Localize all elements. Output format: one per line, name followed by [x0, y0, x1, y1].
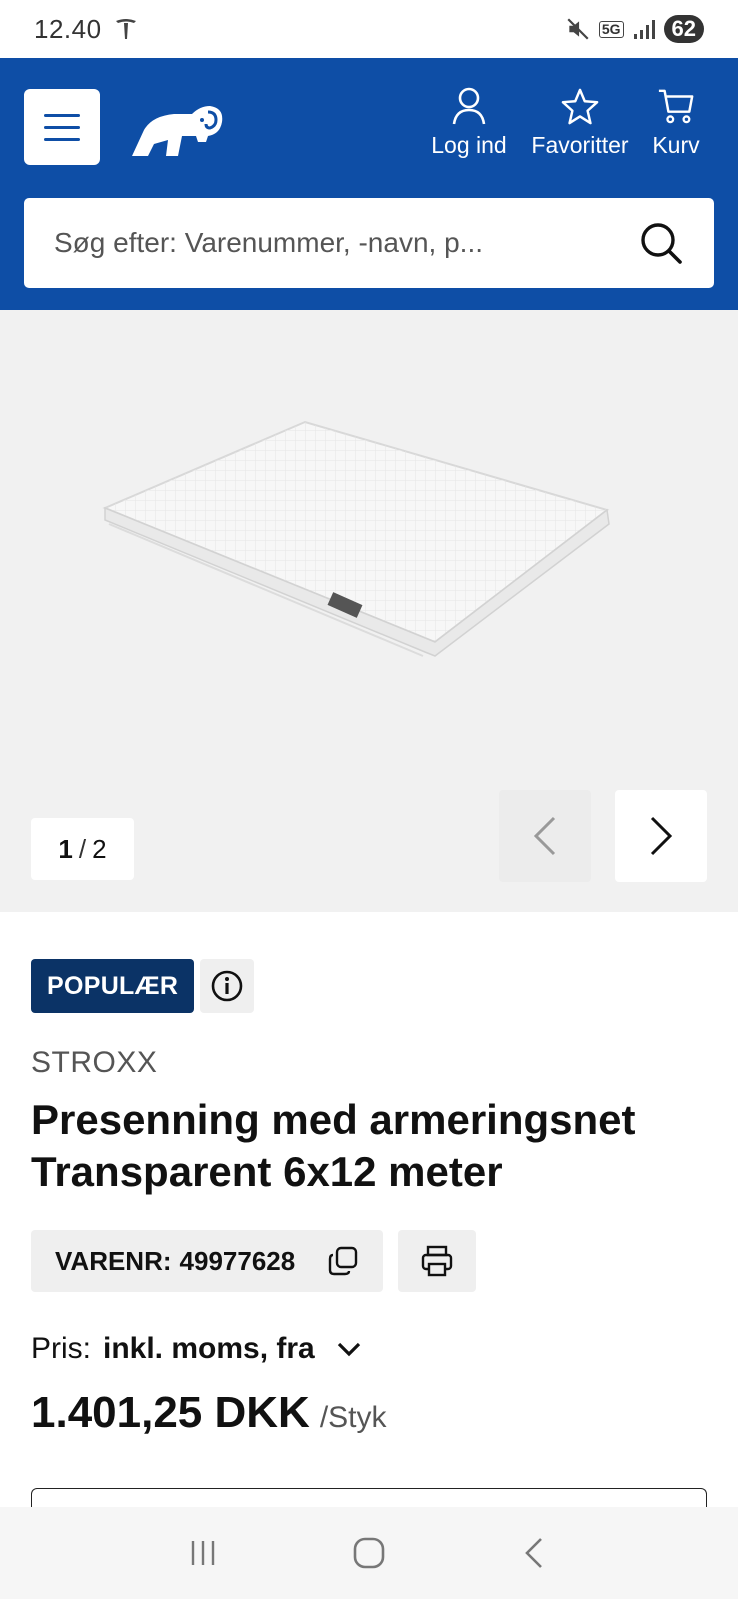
- chevron-left-icon: [533, 816, 556, 856]
- print-button[interactable]: [398, 1230, 476, 1292]
- mute-icon: [567, 18, 589, 40]
- info-button[interactable]: [200, 959, 254, 1013]
- tesla-icon: [115, 19, 136, 39]
- previous-image-button[interactable]: [499, 790, 591, 882]
- search-bar: [24, 198, 714, 288]
- hamburger-icon-line: [44, 137, 80, 141]
- back-icon[interactable]: [515, 1533, 555, 1573]
- info-icon: [211, 970, 243, 1002]
- product-price: 1.401,25 DKK /Styk: [31, 1388, 387, 1438]
- cart-label: Kurv: [652, 132, 700, 158]
- hamburger-icon-line: [44, 125, 80, 129]
- price-amount: 1.401,25 DKK: [31, 1388, 310, 1437]
- user-icon: [452, 87, 486, 125]
- product-brand[interactable]: STROXX: [31, 1046, 157, 1080]
- favorites-label: Favoritter: [531, 132, 629, 158]
- image-counter: 1 / 2: [31, 818, 134, 880]
- image-counter-separator: /: [78, 833, 87, 864]
- chevron-down-icon: [337, 1342, 360, 1357]
- price-unit: /Styk: [319, 1401, 387, 1434]
- search-icon[interactable]: [638, 220, 684, 266]
- product-title: Presenning med armeringsnet Transparent …: [31, 1096, 636, 1195]
- product-gallery: 1 / 2: [0, 310, 738, 912]
- system-navigation-bar: [0, 1507, 738, 1599]
- printer-icon: [421, 1245, 453, 1277]
- next-image-button[interactable]: [615, 790, 707, 882]
- popular-badge: POPULÆR: [31, 959, 195, 1013]
- image-counter-total: 2: [92, 833, 107, 864]
- price-mode-value: inkl. moms, fra: [103, 1332, 315, 1365]
- chevron-right-icon: [650, 816, 673, 856]
- price-mode-selector[interactable]: Pris: inkl. moms, fra: [31, 1332, 363, 1366]
- sku-value: 49977628: [179, 1245, 296, 1276]
- copy-icon: [328, 1246, 358, 1276]
- network-type: 5G: [598, 20, 624, 38]
- hamburger-icon-line: [44, 113, 80, 117]
- image-counter-current: 1: [58, 833, 73, 864]
- price-label: Pris:: [31, 1332, 91, 1365]
- product-image[interactable]: [95, 420, 620, 660]
- site-header: Log ind Favoritter Kurv: [0, 58, 738, 310]
- favorites-button[interactable]: Favoritter: [508, 86, 652, 166]
- status-bar: 12.40 5G 62: [0, 0, 738, 58]
- status-time: 12.40: [34, 13, 102, 44]
- star-icon: [561, 88, 599, 125]
- search-input[interactable]: [54, 227, 638, 259]
- recent-apps-icon[interactable]: [183, 1533, 223, 1573]
- menu-button[interactable]: [24, 89, 100, 165]
- elephant-logo-icon[interactable]: [130, 98, 226, 158]
- login-label: Log ind: [431, 132, 507, 158]
- sku-label: VARENR:: [55, 1245, 172, 1276]
- home-icon[interactable]: [349, 1533, 389, 1573]
- battery-level: 62: [663, 15, 704, 43]
- cart-button[interactable]: Kurv: [640, 86, 712, 166]
- signal-icon: [633, 20, 655, 39]
- sku-copy-button[interactable]: VARENR: 49977628: [31, 1230, 383, 1292]
- cart-icon: [658, 89, 694, 124]
- status-indicators: 5G 62: [565, 15, 704, 43]
